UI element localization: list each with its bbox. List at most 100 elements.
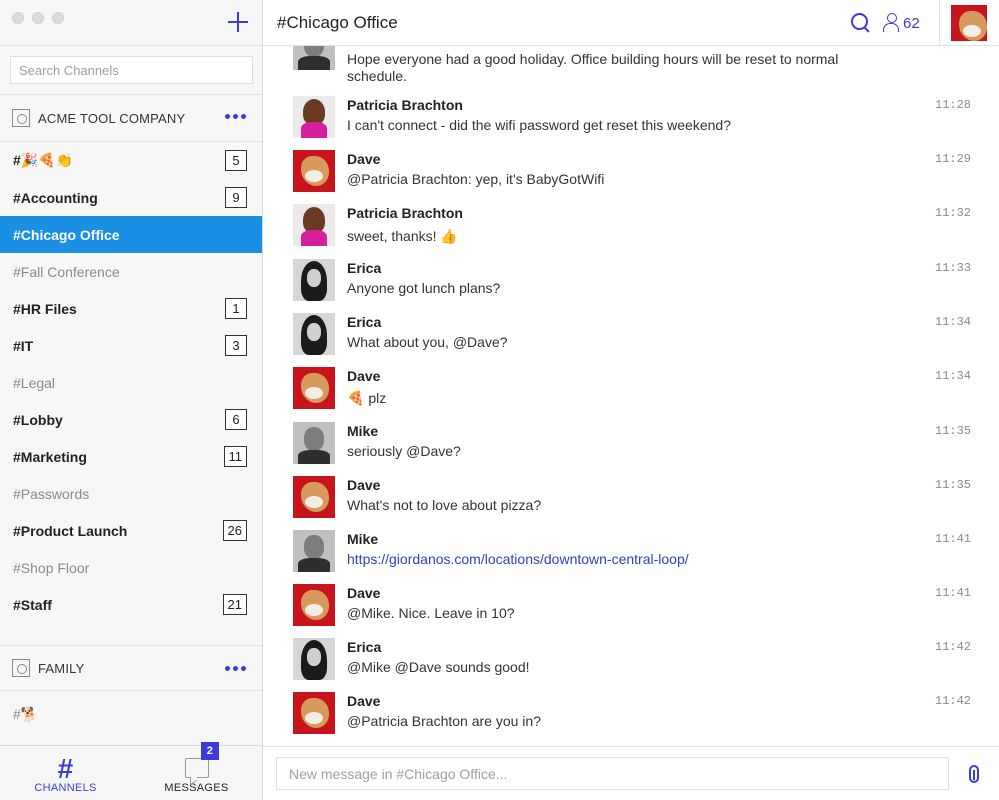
- message-text: @Patricia Brachton are you in?: [347, 713, 541, 729]
- main-panel: #Chicago Office 62 Hope everyone had a g…: [263, 0, 999, 800]
- members-button[interactable]: 62: [883, 13, 920, 33]
- message-author[interactable]: Erica: [347, 260, 381, 276]
- channel-label: #Product Launch: [13, 522, 128, 539]
- channel-item-active[interactable]: #Chicago Office: [0, 216, 262, 253]
- channel-label: #🎉🍕👏: [13, 152, 74, 168]
- hash-icon: #: [57, 753, 74, 784]
- unread-badge: 26: [222, 520, 247, 541]
- channel-item[interactable]: #Passwords: [0, 475, 262, 512]
- message-text: sweet, thanks! 👍: [347, 228, 458, 244]
- channel-item[interactable]: #Shop Floor: [0, 549, 262, 586]
- channel-label: #HR Files: [13, 300, 77, 317]
- avatar[interactable]: [293, 692, 335, 734]
- message-text: I can't connect - did the wifi password …: [347, 117, 731, 133]
- more-options-icon[interactable]: [225, 666, 246, 671]
- message-author[interactable]: Mike: [347, 531, 378, 547]
- avatar[interactable]: [293, 96, 335, 138]
- message-author[interactable]: Dave: [347, 693, 380, 709]
- unread-badge: 5: [225, 150, 247, 171]
- family-team-header[interactable]: FAMILY: [0, 645, 262, 691]
- avatar[interactable]: [293, 530, 335, 572]
- channel-item[interactable]: #IT 3: [0, 327, 262, 364]
- channel-item[interactable]: #Fall Conference: [0, 253, 262, 290]
- channel-item[interactable]: #🎉🍕👏 5: [0, 142, 262, 179]
- messages-badge: 2: [201, 742, 219, 760]
- message-author[interactable]: Patricia Brachton: [347, 205, 463, 221]
- message-text: What's not to love about pizza?: [347, 497, 542, 513]
- channel-item[interactable]: #Accounting 9: [0, 179, 262, 216]
- message-author[interactable]: Patricia Brachton: [347, 97, 463, 113]
- avatar[interactable]: [293, 367, 335, 409]
- team-header[interactable]: ACME TOOL COMPANY: [0, 95, 262, 142]
- messages-tab[interactable]: 2 MESSAGES: [131, 742, 262, 800]
- channel-label: #Accounting: [13, 189, 98, 206]
- message-time: 11:42: [935, 640, 972, 654]
- bottom-nav: # CHANNELS 2 MESSAGES: [0, 742, 262, 800]
- message-text: Anyone got lunch plans?: [347, 280, 501, 296]
- channel-label: #🐕: [13, 705, 39, 722]
- channel-label: #Fall Conference: [13, 263, 120, 280]
- channel-label: #Lobby: [13, 411, 63, 428]
- channel-item[interactable]: #Legal: [0, 364, 262, 401]
- avatar[interactable]: [293, 150, 335, 192]
- channel-item[interactable]: #🐕: [0, 692, 262, 736]
- avatar[interactable]: [293, 476, 335, 518]
- message-time: 11:29: [935, 152, 972, 166]
- message-text: @Mike @Dave sounds good!: [347, 659, 530, 675]
- message-author[interactable]: Erica: [347, 639, 381, 655]
- window-titlebar: [0, 0, 262, 46]
- channel-label: #Marketing: [13, 448, 87, 465]
- attachment-icon[interactable]: [969, 765, 979, 783]
- avatar[interactable]: [293, 259, 335, 301]
- message-text: @Mike. Nice. Leave in 10?: [347, 605, 515, 621]
- message-author[interactable]: Erica: [347, 314, 381, 330]
- more-options-icon[interactable]: [225, 114, 246, 119]
- avatar[interactable]: [293, 584, 335, 626]
- unread-badge: 1: [225, 298, 247, 319]
- message-time: 11:35: [935, 478, 972, 492]
- unread-badge: 9: [225, 187, 247, 208]
- message-composer: [263, 746, 999, 800]
- message-text: Hope everyone had a good holiday. Office…: [347, 51, 839, 84]
- message-author[interactable]: Dave: [347, 477, 380, 493]
- message-text: @Patricia Brachton: yep, it's BabyGotWif…: [347, 171, 605, 187]
- channels-tab[interactable]: # CHANNELS: [0, 746, 131, 800]
- avatar[interactable]: [293, 638, 335, 680]
- channel-item[interactable]: #Lobby 6: [0, 401, 262, 438]
- team-name: FAMILY: [38, 660, 85, 676]
- avatar[interactable]: [293, 313, 335, 355]
- unread-badge: 3: [225, 335, 247, 356]
- message-author[interactable]: Dave: [347, 368, 380, 384]
- message-author[interactable]: Dave: [347, 585, 380, 601]
- avatar[interactable]: [293, 46, 335, 70]
- current-user-avatar[interactable]: [951, 5, 987, 41]
- add-icon[interactable]: [226, 10, 250, 34]
- window-minimize-button[interactable]: [32, 12, 44, 24]
- message-time: 11:33: [935, 261, 972, 275]
- message-link[interactable]: https://giordanos.com/locations/downtown…: [347, 551, 887, 568]
- channel-item[interactable]: #Staff 21: [0, 586, 262, 623]
- channel-item[interactable]: #Marketing 11: [0, 438, 262, 475]
- channels-tab-label: CHANNELS: [34, 782, 97, 794]
- window-zoom-button[interactable]: [52, 12, 64, 24]
- member-count: 62: [903, 14, 920, 32]
- message-text: seriously @Dave?: [347, 443, 461, 459]
- message-author[interactable]: Dave: [347, 151, 380, 167]
- message-input[interactable]: [276, 757, 949, 790]
- message-author[interactable]: Mike: [347, 423, 378, 439]
- message-time: 11:34: [935, 315, 972, 329]
- unread-badge: 6: [225, 409, 247, 430]
- channel-item[interactable]: #HR Files 1: [0, 290, 262, 327]
- sidebar: ACME TOOL COMPANY #🎉🍕👏 5 #Accounting 9 #Ch…: [0, 0, 263, 800]
- message-time: 11:41: [935, 532, 972, 546]
- avatar[interactable]: [293, 422, 335, 464]
- avatar[interactable]: [293, 204, 335, 246]
- search-icon[interactable]: [851, 13, 871, 33]
- channel-label: #Passwords: [13, 485, 90, 502]
- channel-item[interactable]: #Product Launch 26: [0, 512, 262, 549]
- unread-badge: 21: [222, 594, 247, 615]
- team-icon: [12, 109, 30, 127]
- window-close-button[interactable]: [12, 12, 24, 24]
- message-time: 11:32: [935, 206, 972, 220]
- search-channels-input[interactable]: [10, 56, 253, 84]
